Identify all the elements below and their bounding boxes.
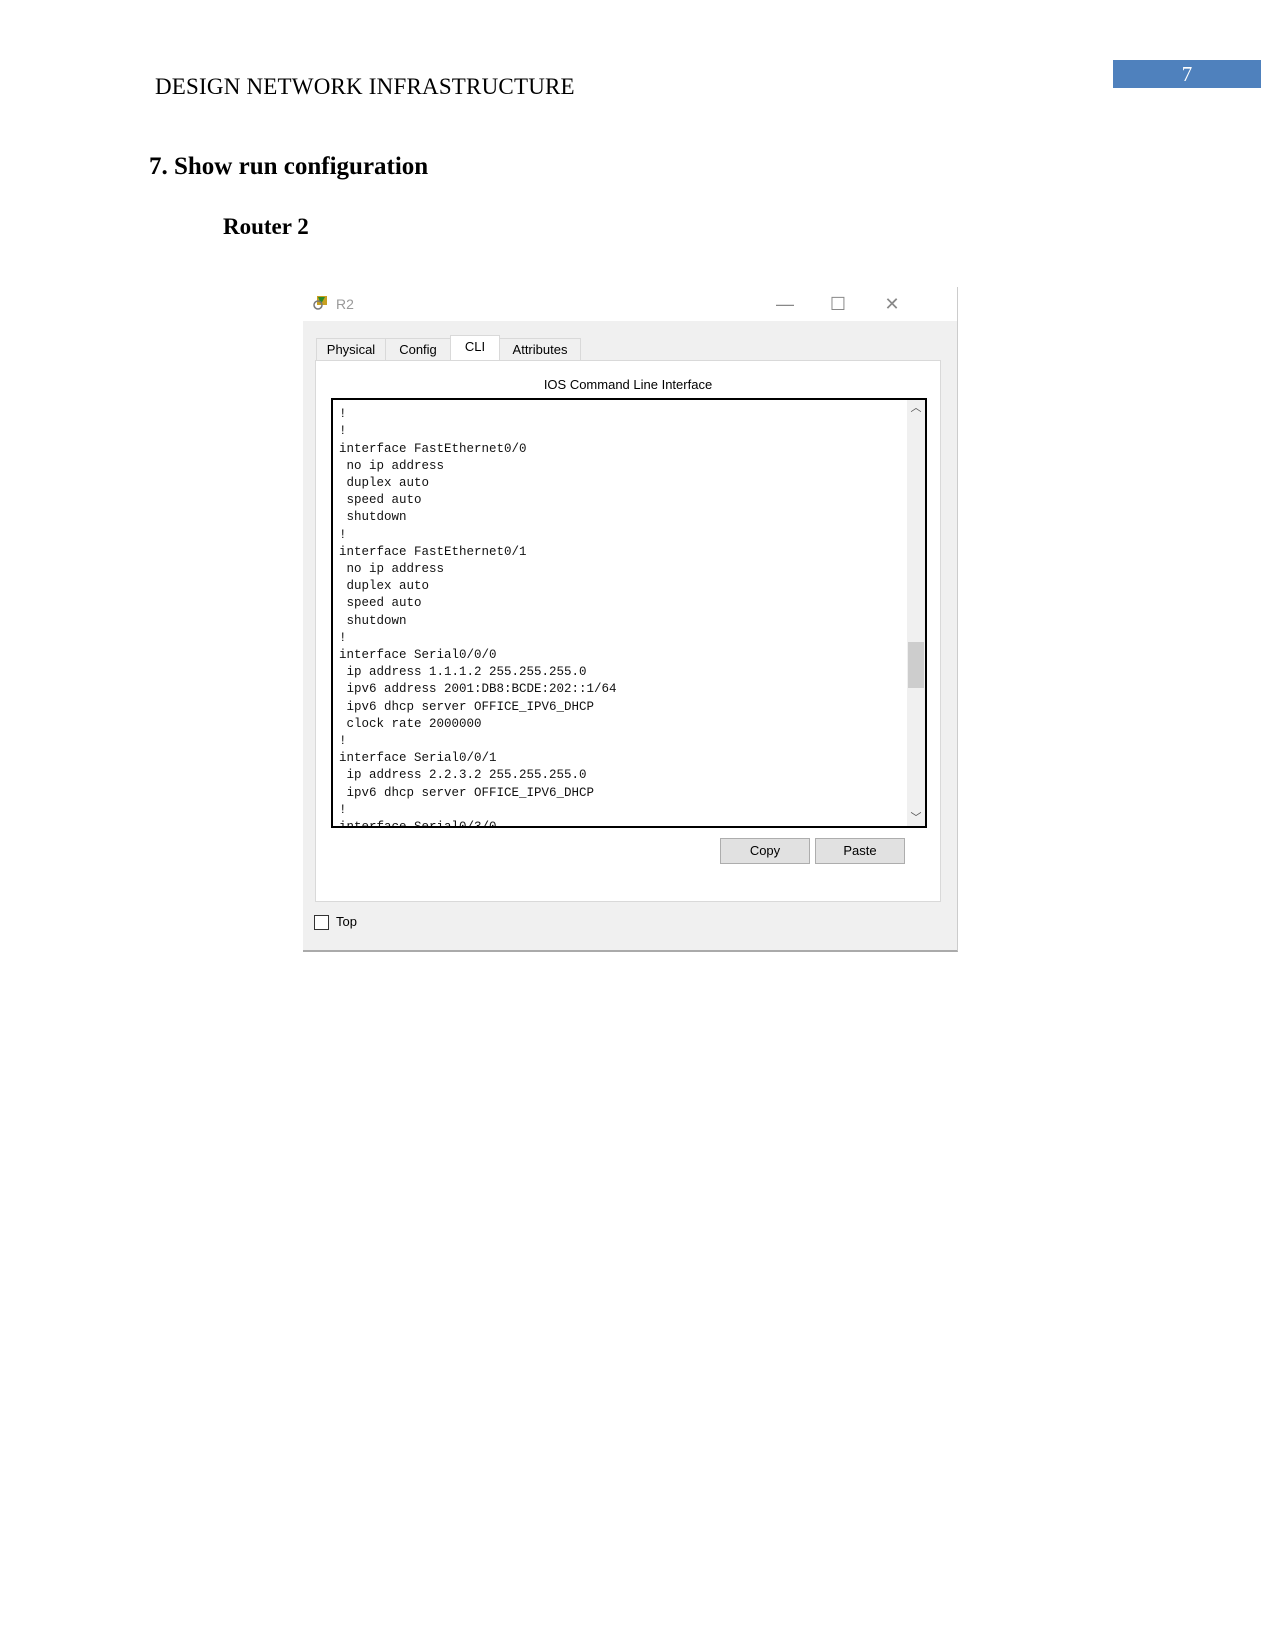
title-bar: R2 — ☐ ✕ [303,287,957,321]
copy-button[interactable]: Copy [720,838,810,864]
packet-tracer-icon [313,296,327,310]
scroll-down-icon[interactable]: ﹀ [907,810,925,826]
tab-attributes[interactable]: Attributes [499,338,581,361]
tab-cli[interactable]: CLI [450,335,500,362]
maximize-button[interactable]: ☐ [818,291,858,317]
tab-config[interactable]: Config [385,338,451,361]
cli-output: ! ! ! interface FastEthernet0/0 no ip ad… [339,400,617,828]
tab-physical[interactable]: Physical [316,338,386,361]
close-button[interactable]: ✕ [872,291,912,317]
router-window-screenshot: R2 — ☐ ✕ Physical Config CLI Attributes … [303,287,958,952]
subheading: Router 2 [223,214,309,239]
paste-button[interactable]: Paste [815,838,905,864]
top-checkbox-label: Top [336,914,357,929]
top-checkbox[interactable] [314,915,329,930]
cli-panel: IOS Command Line Interface ! ! ! interfa… [315,360,941,902]
scroll-thumb[interactable] [908,642,924,689]
running-header: DESIGN NETWORK INFRASTRUCTURE [155,74,575,99]
minimize-button[interactable]: — [765,291,805,317]
window-title: R2 [336,296,354,312]
page-number: 7 [1113,60,1261,88]
vertical-scrollbar[interactable]: ︿ ﹀ [907,400,925,826]
panel-title: IOS Command Line Interface [543,377,713,392]
scroll-up-icon[interactable]: ︿ [907,400,925,416]
cli-terminal[interactable]: ! ! ! interface FastEthernet0/0 no ip ad… [331,398,927,828]
section-heading: 7. Show run configuration [149,153,429,180]
document-page: DESIGN NETWORK INFRASTRUCTURE 7 7. Show … [0,0,1275,1651]
